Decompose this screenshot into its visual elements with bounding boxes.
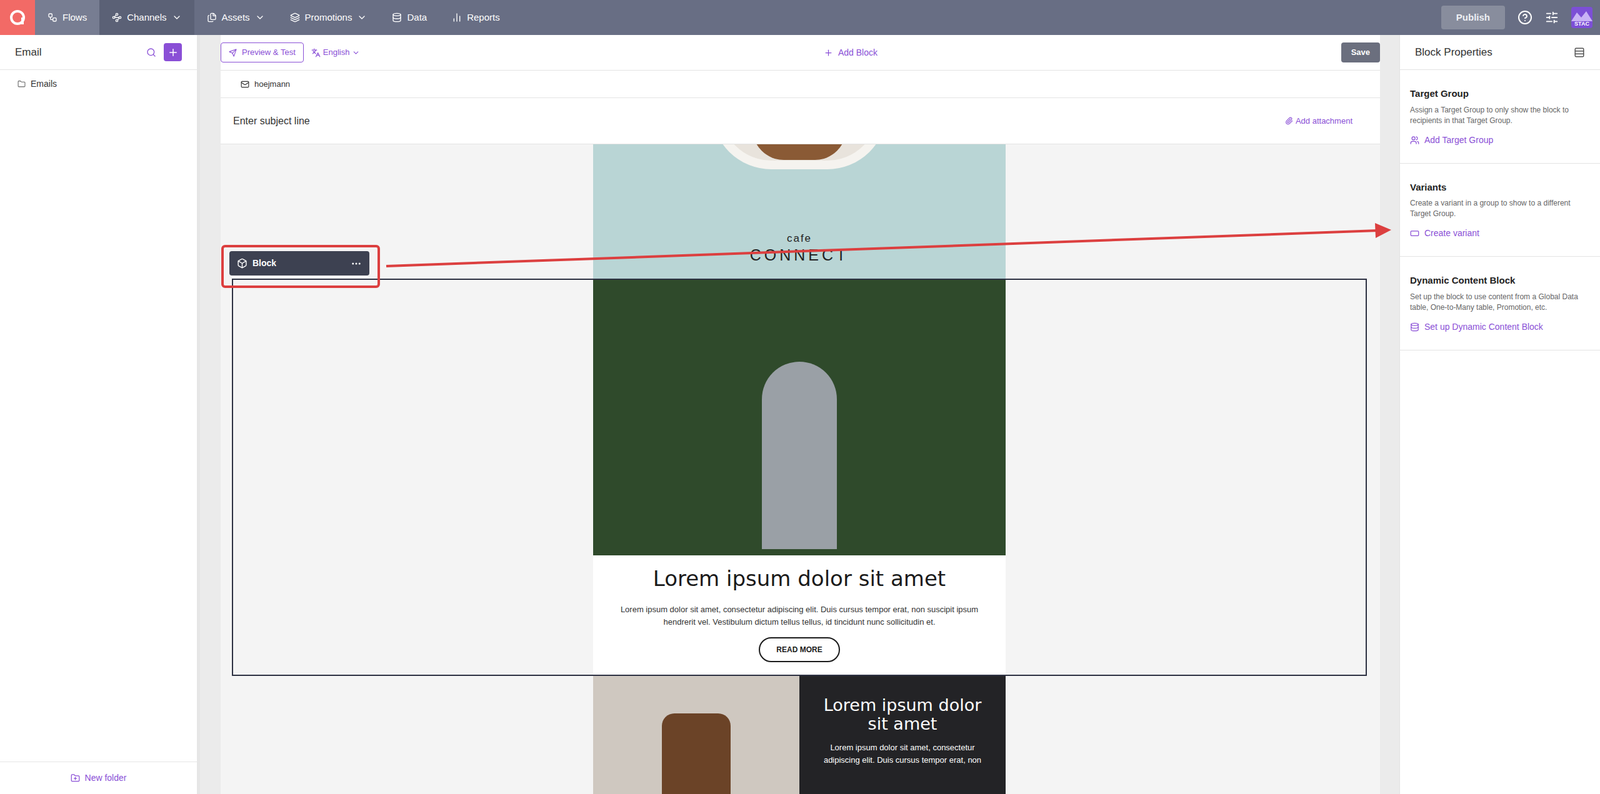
annotation-overlay (0, 0, 1600, 794)
paperclip-icon (1285, 116, 1294, 125)
nav-item[interactable]: Flows (35, 0, 100, 35)
property-section: Dynamic Content BlockSet up the block to… (1400, 256, 1600, 351)
add-button[interactable] (163, 43, 182, 62)
chevron-icon (171, 12, 182, 23)
logo-icon (8, 8, 27, 27)
top-nav: FlowsChannelsAssetsPromotionsDataReports… (0, 0, 1600, 35)
preview-button[interactable]: Preview & Test (220, 42, 304, 63)
action-icon (1410, 135, 1420, 145)
nav-icon (206, 12, 217, 23)
plus-icon (823, 48, 834, 58)
app: FlowsChannelsAssetsPromotionsDataReports… (0, 0, 1600, 794)
from-row[interactable]: hoejmann (220, 70, 1380, 99)
search-icon[interactable] (146, 47, 157, 58)
mountain-icon (1571, 10, 1593, 22)
action-icon (1410, 322, 1420, 332)
folder-icon (17, 80, 26, 89)
section-action[interactable]: Create variant (1410, 226, 1590, 240)
attachment-button[interactable]: Add attachment (1285, 115, 1353, 128)
subject-row[interactable]: Enter subject lineAdd attachment (220, 98, 1380, 145)
action-icon (1410, 228, 1420, 239)
new-folder-button[interactable]: New folder (85, 771, 127, 785)
nav-icon (391, 12, 402, 23)
language-select[interactable]: English (311, 46, 361, 59)
nav-item[interactable]: Channels (99, 0, 194, 35)
email-canvas: cafeCONNECT Lorem ipsum dolor sit amet Lor… (220, 144, 1380, 794)
arrowhead-icon (1375, 223, 1392, 239)
block-icon (236, 258, 248, 269)
logo[interactable] (0, 0, 35, 35)
mail-icon (240, 80, 250, 89)
sidebar: EmailEmailsNew folder (0, 35, 200, 794)
nav-icon (111, 12, 122, 23)
block-toolbar[interactable]: Block (229, 251, 370, 276)
publish-button[interactable]: Publish (1441, 5, 1505, 30)
add-block-button[interactable]: Add Block (823, 46, 878, 60)
next-block[interactable]: Lorem ipsum dolor sit ametLorem ipsum do… (231, 676, 1367, 794)
nav-item[interactable]: Assets (194, 0, 278, 35)
editor: Preview & Test English Add Block Save hoejma… (200, 35, 1400, 794)
chevron-icon (356, 12, 367, 23)
farmer-photo (593, 280, 1006, 556)
send-icon (228, 48, 237, 57)
coffee-photo (593, 676, 800, 794)
chevron-icon (255, 12, 265, 23)
block-heading: Lorem ipsum dolor sit amet (653, 563, 946, 595)
folder-item[interactable]: Emails (0, 75, 197, 94)
language-icon (311, 48, 321, 58)
nav-item[interactable]: Reports (439, 0, 513, 35)
avatar[interactable]: STAC (1571, 6, 1593, 29)
section-action[interactable]: Set up Dynamic Content Block (1410, 320, 1590, 334)
section-action[interactable]: Add Target Group (1410, 133, 1590, 147)
nav-icon (290, 12, 300, 23)
cup-image (711, 144, 887, 170)
header-block[interactable]: cafeCONNECT (231, 144, 1367, 279)
properties-panel: Block PropertiesTarget GroupAssign a Tar… (1399, 35, 1600, 794)
chevron-icon (351, 48, 360, 57)
nav-item[interactable]: Data (379, 0, 440, 35)
editor-toolbar: Preview & Test English Add Block Save (220, 35, 1380, 70)
annotation-arrow (386, 230, 1379, 267)
help-icon[interactable] (1517, 10, 1533, 25)
new-folder-icon (70, 773, 80, 784)
annotation-box (222, 246, 379, 287)
plus-icon (167, 46, 179, 59)
nav-icon (451, 12, 462, 23)
more-icon[interactable] (350, 258, 362, 270)
property-section: VariantsCreate a variant in a group to s… (1400, 163, 1600, 258)
selected-block[interactable]: Lorem ipsum dolor sit amet Lorem ipsum do… (231, 278, 1367, 677)
nav-icon (47, 12, 58, 23)
nav-item[interactable]: Promotions (277, 0, 380, 35)
save-button[interactable]: Save (1341, 42, 1380, 63)
property-section: Target GroupAssign a Target Group to onl… (1400, 70, 1600, 164)
block-body: Lorem ipsum dolor sit amet, consectetur … (593, 603, 1006, 629)
panel-icon[interactable] (1573, 46, 1585, 59)
read-more-button[interactable]: READ MORE (758, 637, 840, 663)
settings-icon[interactable] (1545, 10, 1559, 25)
